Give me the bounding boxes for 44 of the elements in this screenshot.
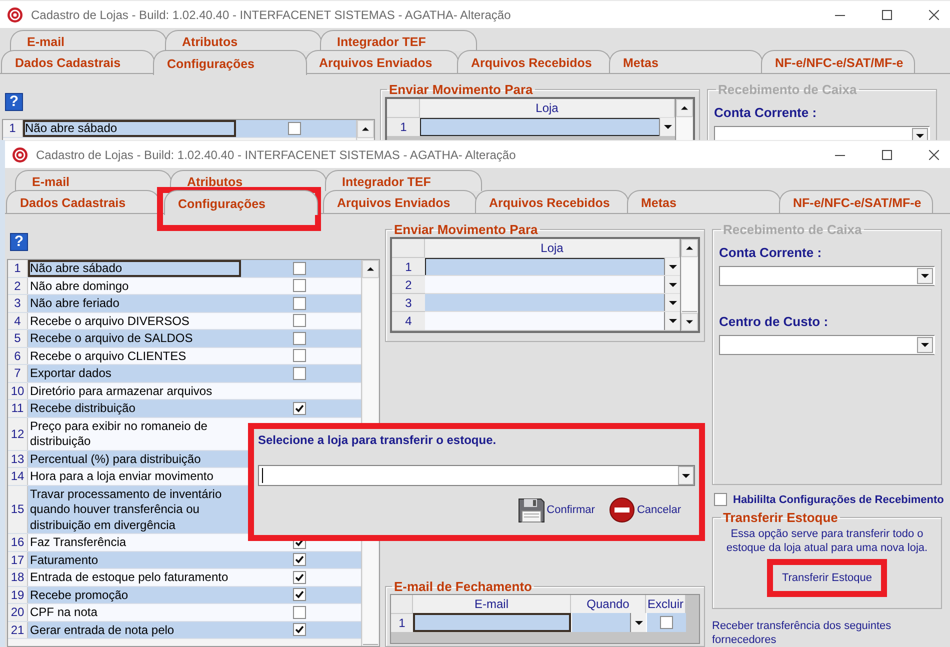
row-number: 7 <box>8 365 28 382</box>
field-label: Centro de Custo : <box>719 314 830 329</box>
row-number: 6 <box>8 348 28 364</box>
row-number: 3 <box>8 295 28 312</box>
note-text: Receber transferência dos seguintes fornecedores <box>712 619 892 647</box>
group-title: E-mail de Fechamento <box>393 580 533 594</box>
row-number: 21 <box>8 622 28 638</box>
row-number: 18 <box>8 569 28 586</box>
field-label: Conta Corrente : <box>719 245 823 260</box>
group-title: Enviar Movimento Para <box>388 82 534 97</box>
checkbox-label: Habililta Configurações de Recebimento <box>733 494 944 506</box>
row-number: 10 <box>8 382 28 399</box>
row-number: 16 <box>8 534 28 550</box>
row-number: 15 <box>8 486 28 533</box>
row-number: 1 <box>8 260 28 276</box>
window-title: Cadastro de Lojas - Build: 1.02.40.40 - INTERFACENET SISTEMAS - AGATHA- Alteração <box>36 148 516 162</box>
field-label: Conta Corrente : <box>714 105 818 120</box>
row-number: 13 <box>8 450 28 467</box>
row-number: 1 <box>392 257 425 276</box>
row-number: 12 <box>8 418 28 450</box>
row-number: 1 <box>391 613 413 632</box>
description-text: Essa opção serve para transferir todo o estoque da loja atual para uma nova loja. <box>725 527 929 556</box>
row-number: 4 <box>8 312 28 329</box>
row-number: 19 <box>8 586 28 603</box>
column-header: Quando <box>571 595 646 613</box>
row-number: 3 <box>392 293 425 312</box>
dialog-prompt: Selecione a loja para transferir o estoque. <box>258 433 498 447</box>
row-number: 1 <box>3 120 23 136</box>
row-number: 5 <box>8 330 28 346</box>
row-number: 1 <box>387 117 420 136</box>
row-number: 11 <box>8 400 28 416</box>
row-number: 20 <box>8 604 28 620</box>
group-title: Recebimento de Caixa <box>717 82 858 97</box>
row-number: 2 <box>392 275 425 294</box>
column-header: E-mail <box>413 595 571 613</box>
row-number: 4 <box>392 311 425 330</box>
column-header: Excluir <box>646 595 686 613</box>
group-title: Transferir Estoque <box>722 510 839 526</box>
group-title: Enviar Movimento Para <box>393 222 539 237</box>
row-number: 17 <box>8 552 28 568</box>
row-number: 2 <box>8 278 28 294</box>
group-title: Recebimento de Caixa <box>722 222 863 237</box>
window-title: Cadastro de Lojas - Build: 1.02.40.40 - INTERFACENET SISTEMAS - AGATHA- Alteração <box>31 8 511 22</box>
row-number: 14 <box>8 468 28 484</box>
